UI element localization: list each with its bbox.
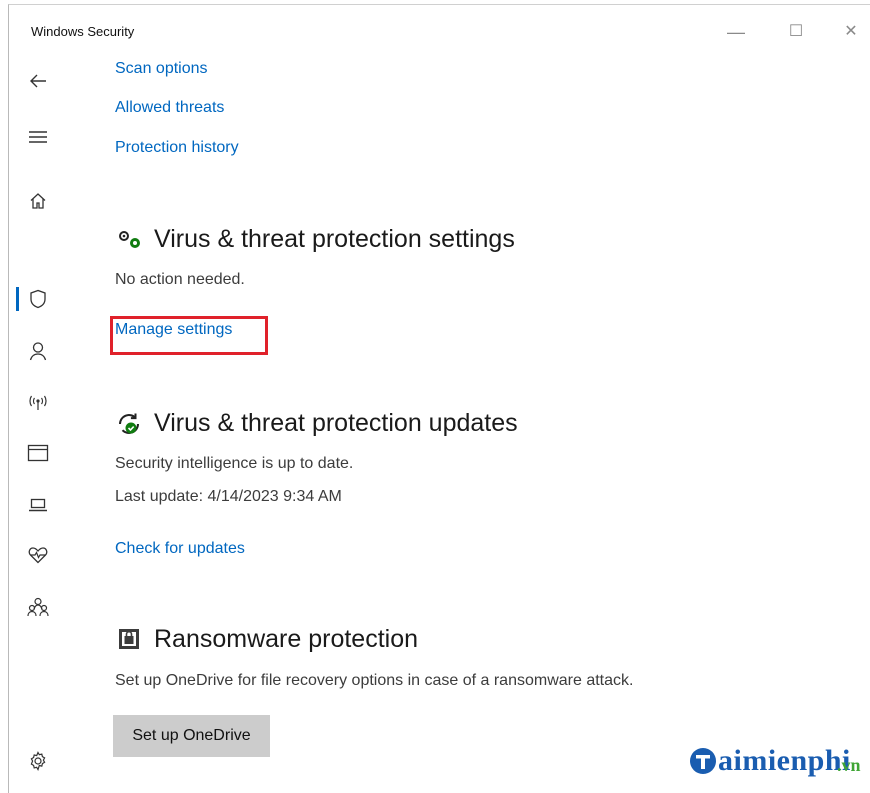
- sidebar-item-home[interactable]: [19, 183, 57, 219]
- back-arrow-icon: [30, 74, 46, 88]
- sidebar-item-account[interactable]: [19, 333, 57, 369]
- maximize-button[interactable]: ☐: [776, 15, 816, 49]
- sidebar-item-settings[interactable]: [19, 743, 57, 779]
- title-bar: Windows Security — ☐ ✕: [9, 5, 870, 55]
- laptop-icon: [29, 498, 47, 512]
- update-refresh-icon: [119, 413, 139, 434]
- watermark-logo: aimienphi .vn: [688, 741, 861, 781]
- sidebar-item-family[interactable]: [19, 589, 57, 625]
- back-button[interactable]: [19, 63, 57, 99]
- ransomware-folder-icon: [119, 629, 139, 649]
- protection-history-link[interactable]: Protection history: [115, 139, 239, 157]
- windows-security-window: Windows Security — ☐ ✕ Scan options Allo…: [8, 4, 870, 793]
- antenna-icon: [29, 395, 47, 410]
- set-up-onedrive-button[interactable]: Set up OneDrive: [113, 715, 270, 757]
- menu-button[interactable]: [19, 119, 57, 155]
- last-update-text: Last update: 4/14/2023 9:34 AM: [115, 488, 342, 505]
- sidebar-item-device-health[interactable]: [19, 537, 57, 573]
- sidebar-item-virus-protection[interactable]: [19, 281, 57, 317]
- sidebar-item-firewall[interactable]: [19, 385, 57, 421]
- home-icon: [30, 193, 46, 209]
- settings-section-title: Virus & threat protection settings: [154, 225, 515, 253]
- sidebar: [9, 55, 73, 793]
- gear-icon: [30, 751, 46, 771]
- updates-section-title: Virus & threat protection updates: [154, 409, 518, 437]
- hamburger-icon: [29, 131, 47, 143]
- watermark-text: aimienphi: [718, 744, 851, 777]
- browser-window-icon: [27, 444, 49, 462]
- ransomware-section-title: Ransomware protection: [154, 625, 419, 653]
- shield-icon: [30, 289, 46, 309]
- taimienphi-logo-icon: [690, 748, 716, 774]
- minimize-button[interactable]: —: [716, 15, 756, 49]
- person-icon: [29, 342, 47, 361]
- sidebar-item-device-security[interactable]: [19, 487, 57, 523]
- close-button[interactable]: ✕: [831, 15, 870, 49]
- settings-gears-icon: [119, 231, 140, 248]
- check-for-updates-link[interactable]: Check for updates: [115, 540, 245, 558]
- scan-options-link[interactable]: Scan options: [115, 60, 208, 78]
- settings-status-text: No action needed.: [115, 271, 245, 288]
- updates-status-text: Security intelligence is up to date.: [115, 455, 354, 472]
- manage-settings-link[interactable]: Manage settings: [115, 321, 232, 339]
- ransomware-description: Set up OneDrive for file recovery option…: [115, 672, 634, 689]
- heart-pulse-icon: [28, 547, 48, 564]
- window-title: Windows Security: [31, 24, 135, 39]
- sidebar-item-app-browser[interactable]: [19, 435, 57, 471]
- allowed-threats-link[interactable]: Allowed threats: [115, 99, 224, 117]
- watermark-suffix: .vn: [837, 755, 861, 775]
- family-icon: [27, 597, 49, 617]
